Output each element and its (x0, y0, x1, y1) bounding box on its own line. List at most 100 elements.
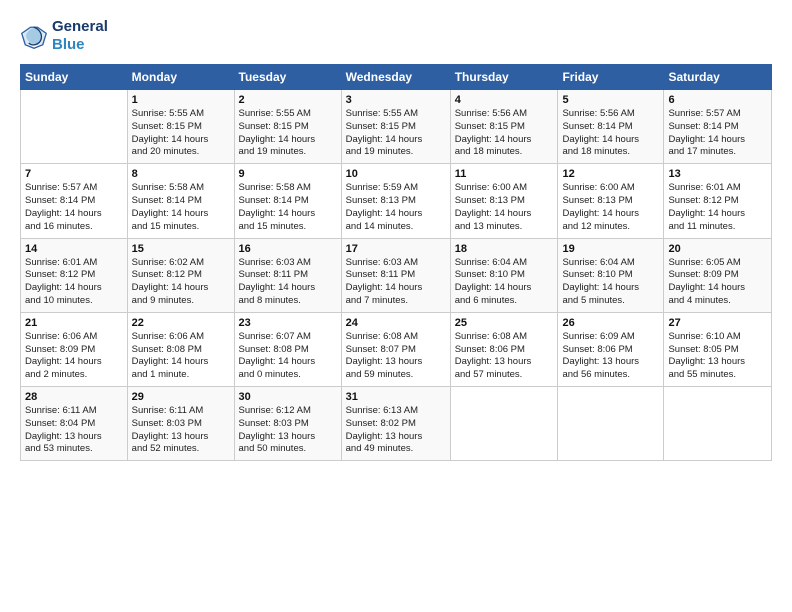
day-info: Sunrise: 5:59 AM Sunset: 8:13 PM Dayligh… (346, 182, 446, 233)
day-number: 13 (668, 168, 767, 180)
day-number: 3 (346, 94, 446, 106)
day-info: Sunrise: 6:10 AM Sunset: 8:05 PM Dayligh… (668, 331, 767, 382)
day-cell (450, 387, 558, 461)
day-number: 1 (132, 94, 230, 106)
day-info: Sunrise: 6:04 AM Sunset: 8:10 PM Dayligh… (562, 257, 659, 308)
day-cell: 20 Sunrise: 6:05 AM Sunset: 8:09 PM Dayli… (664, 238, 772, 312)
weekday-header-monday: Monday (127, 65, 234, 90)
week-row-1: 1 Sunrise: 5:55 AM Sunset: 8:15 PM Daylig… (21, 90, 772, 164)
day-cell: 5 Sunrise: 5:56 AM Sunset: 8:14 PM Daylig… (558, 90, 664, 164)
day-number: 17 (346, 243, 446, 255)
day-cell: 25 Sunrise: 6:08 AM Sunset: 8:06 PM Dayli… (450, 312, 558, 386)
day-cell: 18Sunrise: 6:04 AM Sunset: 8:10 PM Dayli… (450, 238, 558, 312)
day-number: 7 (25, 168, 123, 180)
weekday-header-tuesday: Tuesday (234, 65, 341, 90)
day-number: 29 (132, 391, 230, 403)
day-info: Sunrise: 6:00 AM Sunset: 8:13 PM Dayligh… (562, 182, 659, 233)
day-number: 22 (132, 317, 230, 329)
weekday-header-wednesday: Wednesday (341, 65, 450, 90)
day-number: 20 (668, 243, 767, 255)
day-cell: 26Sunrise: 6:09 AM Sunset: 8:06 PM Dayli… (558, 312, 664, 386)
day-info: Sunrise: 6:00 AM Sunset: 8:13 PM Dayligh… (455, 182, 554, 233)
day-cell: 1Sunrise: 5:55 AM Sunset: 8:15 PM Daylig… (127, 90, 234, 164)
day-cell: 6 Sunrise: 5:57 AM Sunset: 8:14 PM Daylig… (664, 90, 772, 164)
day-cell: 19 Sunrise: 6:04 AM Sunset: 8:10 PM Dayli… (558, 238, 664, 312)
day-info: Sunrise: 6:08 AM Sunset: 8:06 PM Dayligh… (455, 331, 554, 382)
weekday-header-saturday: Saturday (664, 65, 772, 90)
day-cell: 7 Sunrise: 5:57 AM Sunset: 8:14 PM Daylig… (21, 164, 128, 238)
logo-icon (20, 22, 48, 50)
day-cell: 17 Sunrise: 6:03 AM Sunset: 8:11 PM Dayli… (341, 238, 450, 312)
day-info: Sunrise: 5:57 AM Sunset: 8:14 PM Dayligh… (25, 182, 123, 233)
day-number: 25 (455, 317, 554, 329)
day-cell: 28Sunrise: 6:11 AM Sunset: 8:04 PM Dayli… (21, 387, 128, 461)
day-cell: 3 Sunrise: 5:55 AM Sunset: 8:15 PM Daylig… (341, 90, 450, 164)
day-number: 5 (562, 94, 659, 106)
day-cell: 29Sunrise: 6:11 AM Sunset: 8:03 PM Dayli… (127, 387, 234, 461)
day-number: 19 (562, 243, 659, 255)
day-number: 31 (346, 391, 446, 403)
logo-text: General Blue (52, 18, 108, 54)
day-cell (664, 387, 772, 461)
day-number: 24 (346, 317, 446, 329)
day-info: Sunrise: 6:03 AM Sunset: 8:11 PM Dayligh… (239, 257, 337, 308)
day-number: 30 (239, 391, 337, 403)
day-info: Sunrise: 6:03 AM Sunset: 8:11 PM Dayligh… (346, 257, 446, 308)
day-number: 4 (455, 94, 554, 106)
day-cell: 27 Sunrise: 6:10 AM Sunset: 8:05 PM Dayli… (664, 312, 772, 386)
day-number: 9 (239, 168, 337, 180)
weekday-header-friday: Friday (558, 65, 664, 90)
week-row-2: 7 Sunrise: 5:57 AM Sunset: 8:14 PM Daylig… (21, 164, 772, 238)
day-cell: 24 Sunrise: 6:08 AM Sunset: 8:07 PM Dayli… (341, 312, 450, 386)
day-info: Sunrise: 6:13 AM Sunset: 8:02 PM Dayligh… (346, 405, 446, 456)
day-number: 18 (455, 243, 554, 255)
day-cell (558, 387, 664, 461)
day-info: Sunrise: 6:01 AM Sunset: 8:12 PM Dayligh… (668, 182, 767, 233)
weekday-header-row: SundayMondayTuesdayWednesdayThursdayFrid… (21, 65, 772, 90)
day-number: 23 (239, 317, 337, 329)
day-number: 6 (668, 94, 767, 106)
day-cell: 15 Sunrise: 6:02 AM Sunset: 8:12 PM Dayli… (127, 238, 234, 312)
day-number: 16 (239, 243, 337, 255)
day-number: 15 (132, 243, 230, 255)
header: General Blue (20, 18, 772, 54)
day-cell: 10Sunrise: 5:59 AM Sunset: 8:13 PM Dayli… (341, 164, 450, 238)
calendar-table: SundayMondayTuesdayWednesdayThursdayFrid… (20, 64, 772, 461)
day-info: Sunrise: 5:56 AM Sunset: 8:15 PM Dayligh… (455, 108, 554, 159)
day-info: Sunrise: 6:06 AM Sunset: 8:09 PM Dayligh… (25, 331, 123, 382)
day-cell: 30 Sunrise: 6:12 AM Sunset: 8:03 PM Dayli… (234, 387, 341, 461)
day-info: Sunrise: 6:06 AM Sunset: 8:08 PM Dayligh… (132, 331, 230, 382)
day-info: Sunrise: 6:07 AM Sunset: 8:08 PM Dayligh… (239, 331, 337, 382)
day-info: Sunrise: 6:02 AM Sunset: 8:12 PM Dayligh… (132, 257, 230, 308)
day-info: Sunrise: 5:58 AM Sunset: 8:14 PM Dayligh… (132, 182, 230, 233)
day-cell: 2Sunrise: 5:55 AM Sunset: 8:15 PM Daylig… (234, 90, 341, 164)
day-number: 12 (562, 168, 659, 180)
day-cell: 9Sunrise: 5:58 AM Sunset: 8:14 PM Daylig… (234, 164, 341, 238)
day-cell: 12 Sunrise: 6:00 AM Sunset: 8:13 PM Dayli… (558, 164, 664, 238)
week-row-5: 28Sunrise: 6:11 AM Sunset: 8:04 PM Dayli… (21, 387, 772, 461)
day-cell: 16 Sunrise: 6:03 AM Sunset: 8:11 PM Dayli… (234, 238, 341, 312)
day-number: 27 (668, 317, 767, 329)
day-number: 14 (25, 243, 123, 255)
day-cell: 11 Sunrise: 6:00 AM Sunset: 8:13 PM Dayli… (450, 164, 558, 238)
day-info: Sunrise: 6:11 AM Sunset: 8:04 PM Dayligh… (25, 405, 123, 456)
day-cell: 22 Sunrise: 6:06 AM Sunset: 8:08 PM Dayli… (127, 312, 234, 386)
weekday-header-thursday: Thursday (450, 65, 558, 90)
day-cell: 31 Sunrise: 6:13 AM Sunset: 8:02 PM Dayli… (341, 387, 450, 461)
day-info: Sunrise: 6:09 AM Sunset: 8:06 PM Dayligh… (562, 331, 659, 382)
week-row-4: 21 Sunrise: 6:06 AM Sunset: 8:09 PM Dayli… (21, 312, 772, 386)
day-info: Sunrise: 6:12 AM Sunset: 8:03 PM Dayligh… (239, 405, 337, 456)
day-cell: 8Sunrise: 5:58 AM Sunset: 8:14 PM Daylig… (127, 164, 234, 238)
day-info: Sunrise: 5:56 AM Sunset: 8:14 PM Dayligh… (562, 108, 659, 159)
day-info: Sunrise: 6:05 AM Sunset: 8:09 PM Dayligh… (668, 257, 767, 308)
day-info: Sunrise: 5:55 AM Sunset: 8:15 PM Dayligh… (346, 108, 446, 159)
day-number: 11 (455, 168, 554, 180)
week-row-3: 14Sunrise: 6:01 AM Sunset: 8:12 PM Dayli… (21, 238, 772, 312)
day-cell: 4 Sunrise: 5:56 AM Sunset: 8:15 PM Daylig… (450, 90, 558, 164)
day-info: Sunrise: 5:57 AM Sunset: 8:14 PM Dayligh… (668, 108, 767, 159)
day-number: 21 (25, 317, 123, 329)
day-info: Sunrise: 6:08 AM Sunset: 8:07 PM Dayligh… (346, 331, 446, 382)
logo: General Blue (20, 18, 108, 54)
day-cell: 23 Sunrise: 6:07 AM Sunset: 8:08 PM Dayli… (234, 312, 341, 386)
day-cell: 14Sunrise: 6:01 AM Sunset: 8:12 PM Dayli… (21, 238, 128, 312)
